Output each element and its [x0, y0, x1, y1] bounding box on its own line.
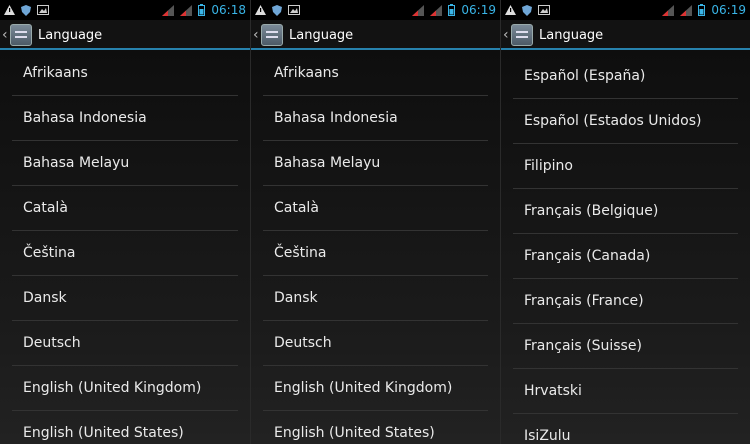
- signal-2-icon: [680, 4, 693, 16]
- status-bar: 06:18: [0, 0, 250, 20]
- language-item[interactable]: Deutsch: [12, 321, 238, 366]
- screen-2: 06:19 ‹ Language Afrikaans Bahasa Indone…: [250, 0, 500, 444]
- language-item[interactable]: English (United States): [12, 411, 238, 444]
- language-item[interactable]: Deutsch: [263, 321, 488, 366]
- settings-app-icon[interactable]: [261, 24, 283, 46]
- language-item[interactable]: Français (Canada): [513, 234, 738, 279]
- language-item[interactable]: Filipino: [513, 144, 738, 189]
- clock: 06:19: [461, 3, 496, 17]
- back-chevron-icon[interactable]: ‹: [503, 28, 509, 42]
- language-item[interactable]: Français (France): [513, 279, 738, 324]
- status-bar: 06:19: [251, 0, 500, 20]
- signal-1-icon: [412, 4, 425, 16]
- screen-3: 06:19 ‹ Language Español (España) Españo…: [500, 0, 750, 444]
- signal-1-icon: [662, 4, 675, 16]
- language-item[interactable]: Français (Belgique): [513, 189, 738, 234]
- language-item[interactable]: Català: [263, 186, 488, 231]
- signal-2-icon: [430, 4, 443, 16]
- language-item[interactable]: Bahasa Indonesia: [12, 96, 238, 141]
- language-item[interactable]: Afrikaans: [12, 51, 238, 96]
- battery-icon: [698, 4, 706, 16]
- back-chevron-icon[interactable]: ‹: [253, 28, 259, 42]
- page-title: Language: [38, 27, 103, 43]
- warning-icon: [505, 5, 516, 15]
- language-item[interactable]: Bahasa Melayu: [12, 141, 238, 186]
- clock: 06:18: [211, 3, 246, 17]
- page-title: Language: [289, 27, 354, 43]
- warning-icon: [255, 5, 266, 15]
- shield-icon: [272, 4, 282, 16]
- language-list: Afrikaans Bahasa Indonesia Bahasa Melayu…: [251, 51, 500, 444]
- language-item[interactable]: English (United Kingdom): [263, 366, 488, 411]
- image-icon: [288, 5, 300, 15]
- signal-1-icon: [162, 4, 175, 16]
- language-item[interactable]: Español (España): [513, 54, 738, 99]
- battery-icon: [448, 4, 456, 16]
- language-item[interactable]: Hrvatski: [513, 369, 738, 414]
- clock: 06:19: [711, 3, 746, 17]
- page-title: Language: [539, 27, 604, 43]
- language-item[interactable]: IsiZulu: [513, 414, 738, 444]
- battery-icon: [198, 4, 206, 16]
- screen-1: 06:18 ‹ Language Afrikaans Bahasa Indone…: [0, 0, 250, 444]
- language-item[interactable]: Dansk: [12, 276, 238, 321]
- language-item[interactable]: Français (Suisse): [513, 324, 738, 369]
- language-item[interactable]: Español (Estados Unidos): [513, 99, 738, 144]
- screens-container: 06:18 ‹ Language Afrikaans Bahasa Indone…: [0, 0, 750, 444]
- warning-icon: [4, 5, 15, 15]
- language-item[interactable]: Català: [12, 186, 238, 231]
- language-item[interactable]: Bahasa Melayu: [263, 141, 488, 186]
- settings-app-icon[interactable]: [10, 24, 32, 46]
- shield-icon: [21, 4, 31, 16]
- language-item[interactable]: Bahasa Indonesia: [263, 96, 488, 141]
- language-item[interactable]: Dansk: [263, 276, 488, 321]
- language-item[interactable]: Čeština: [12, 231, 238, 276]
- image-icon: [538, 5, 550, 15]
- language-item[interactable]: Afrikaans: [263, 51, 488, 96]
- settings-app-icon[interactable]: [511, 24, 533, 46]
- shield-icon: [522, 4, 532, 16]
- language-list: Español (España) Español (Estados Unidos…: [501, 54, 750, 444]
- language-item[interactable]: Čeština: [263, 231, 488, 276]
- signal-2-icon: [180, 4, 193, 16]
- language-item[interactable]: English (United Kingdom): [12, 366, 238, 411]
- image-icon: [37, 5, 49, 15]
- language-list: Afrikaans Bahasa Indonesia Bahasa Melayu…: [0, 51, 250, 444]
- language-item[interactable]: English (United States): [263, 411, 488, 444]
- action-bar[interactable]: ‹ Language: [501, 20, 750, 50]
- action-bar[interactable]: ‹ Language: [251, 20, 500, 50]
- action-bar[interactable]: ‹ Language: [0, 20, 250, 50]
- status-bar: 06:19: [501, 0, 750, 20]
- back-chevron-icon[interactable]: ‹: [2, 28, 8, 42]
